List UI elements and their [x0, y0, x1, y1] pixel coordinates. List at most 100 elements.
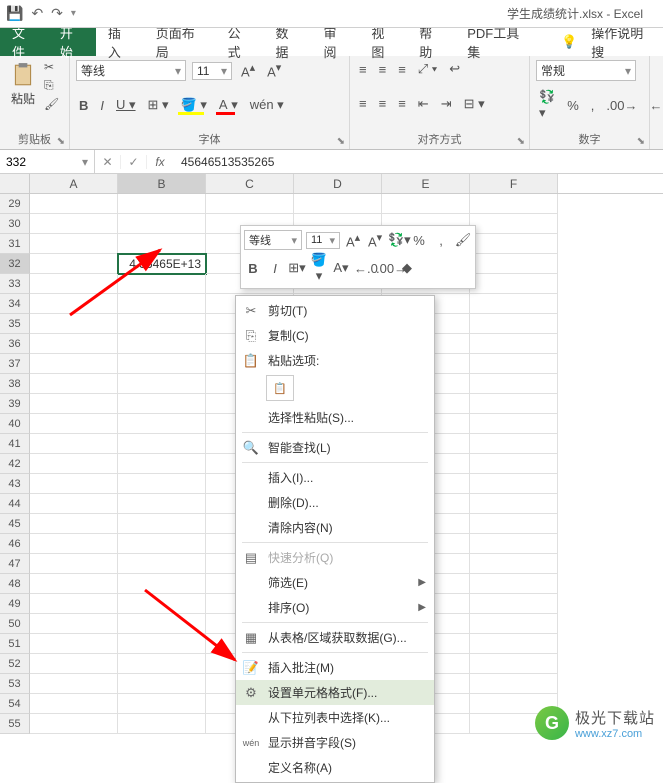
mini-bold-icon[interactable]: B	[244, 261, 262, 276]
cell[interactable]	[118, 674, 206, 694]
col-header[interactable]: F	[470, 174, 558, 193]
ctx-clear[interactable]: 清除内容(N)	[236, 515, 434, 540]
cancel-formula-icon[interactable]: ✕	[95, 155, 121, 169]
tab-pdf[interactable]: PDF工具集	[455, 28, 539, 56]
cell[interactable]	[470, 254, 558, 274]
font-name-combo[interactable]: 等线▾	[76, 60, 186, 81]
mini-borders-icon[interactable]: ⊞▾	[288, 260, 306, 276]
select-all-corner[interactable]	[0, 174, 30, 193]
cell[interactable]	[30, 594, 118, 614]
fx-icon[interactable]: fx	[147, 155, 173, 169]
cell[interactable]	[30, 654, 118, 674]
tab-tellme[interactable]: 操作说明搜	[589, 28, 663, 56]
row-header[interactable]: 54	[0, 694, 30, 714]
cell[interactable]	[470, 494, 558, 514]
tab-layout[interactable]: 页面布局	[144, 28, 216, 56]
col-header[interactable]: D	[294, 174, 382, 193]
cell[interactable]	[30, 554, 118, 574]
row-header[interactable]: 29	[0, 194, 30, 214]
cell[interactable]	[470, 454, 558, 474]
cell[interactable]	[470, 314, 558, 334]
decrease-decimal-icon[interactable]: ←.0	[646, 97, 663, 114]
font-launcher-icon[interactable]: ⬊	[337, 136, 345, 147]
cell[interactable]	[118, 594, 206, 614]
tab-view[interactable]: 视图	[359, 28, 407, 56]
mini-size-combo[interactable]: 11▾	[306, 232, 340, 249]
cell[interactable]	[30, 434, 118, 454]
cell[interactable]	[470, 534, 558, 554]
cell[interactable]	[118, 214, 206, 234]
font-size-combo[interactable]: 11▾	[192, 62, 232, 80]
row-header[interactable]: 33	[0, 274, 30, 294]
ctx-insert[interactable]: 插入(I)...	[236, 465, 434, 490]
ctx-from-table[interactable]: ▦从表格/区域获取数据(G)...	[236, 625, 434, 650]
mini-italic-icon[interactable]: I	[266, 261, 284, 276]
accounting-format-icon[interactable]: 💱 ▾	[536, 88, 558, 122]
ctx-copy[interactable]: ⎘复制(C)	[236, 323, 434, 348]
cell[interactable]	[118, 434, 206, 454]
cell[interactable]	[470, 434, 558, 454]
cell[interactable]	[470, 674, 558, 694]
mini-increase-decimal-icon[interactable]: .00→	[376, 261, 394, 276]
cell[interactable]	[470, 614, 558, 634]
tab-insert[interactable]: 插入	[96, 28, 144, 56]
col-header[interactable]: C	[206, 174, 294, 193]
cell[interactable]	[470, 214, 558, 234]
cell[interactable]	[118, 654, 206, 674]
ctx-delete[interactable]: 删除(D)...	[236, 490, 434, 515]
ctx-cut[interactable]: ✂剪切(T)	[236, 298, 434, 323]
mini-decrease-decimal-icon[interactable]: ←.0	[354, 261, 372, 276]
cell[interactable]	[118, 294, 206, 314]
col-header[interactable]: B	[118, 174, 206, 193]
mini-font-combo[interactable]: 等线▾	[244, 230, 302, 250]
cell[interactable]	[30, 454, 118, 474]
decrease-indent-icon[interactable]: ⇤	[415, 95, 432, 113]
cell[interactable]	[470, 654, 558, 674]
mini-format-painter-icon[interactable]: 🖌	[454, 232, 472, 248]
cell[interactable]	[30, 574, 118, 594]
row-header[interactable]: 53	[0, 674, 30, 694]
cell[interactable]	[206, 194, 294, 214]
tab-home[interactable]: 开始	[48, 28, 96, 56]
align-bottom-icon[interactable]: ≡	[395, 61, 409, 78]
mini-font-color-icon[interactable]: A▾	[332, 260, 350, 276]
cell[interactable]	[382, 194, 470, 214]
cut-icon[interactable]: ✂	[44, 60, 59, 74]
mini-comma-icon[interactable]: ,	[432, 233, 450, 248]
ctx-filter[interactable]: 筛选(E)▶	[236, 570, 434, 595]
row-header[interactable]: 44	[0, 494, 30, 514]
row-header[interactable]: 48	[0, 574, 30, 594]
row-header[interactable]: 50	[0, 614, 30, 634]
cell[interactable]	[118, 474, 206, 494]
decrease-font-icon[interactable]: A▾	[264, 60, 284, 80]
merge-cells-icon[interactable]: ⊟ ▾	[461, 95, 488, 113]
align-center-icon[interactable]: ≡	[376, 95, 390, 112]
cell[interactable]	[470, 194, 558, 214]
cell[interactable]	[30, 214, 118, 234]
redo-icon[interactable]: ↷	[51, 5, 63, 22]
ctx-pick-from-list[interactable]: 从下拉列表中选择(K)...	[236, 705, 434, 730]
align-left-icon[interactable]: ≡	[356, 95, 370, 112]
cell[interactable]	[470, 574, 558, 594]
row-header[interactable]: 35	[0, 314, 30, 334]
cell[interactable]	[118, 714, 206, 734]
cell[interactable]	[30, 194, 118, 214]
tab-help[interactable]: 帮助	[407, 28, 455, 56]
cell[interactable]	[30, 314, 118, 334]
row-header[interactable]: 37	[0, 354, 30, 374]
cell[interactable]	[118, 534, 206, 554]
row-header[interactable]: 40	[0, 414, 30, 434]
cell[interactable]	[118, 374, 206, 394]
row-header[interactable]: 30	[0, 214, 30, 234]
cell[interactable]	[118, 234, 206, 254]
fill-color-button[interactable]: 🪣 ▾	[178, 96, 210, 114]
mini-increase-font-icon[interactable]: A▴	[344, 231, 362, 249]
cell[interactable]	[470, 354, 558, 374]
cell[interactable]	[118, 274, 206, 294]
name-box[interactable]: 332▾	[0, 150, 95, 173]
cell[interactable]	[30, 234, 118, 254]
tab-file[interactable]: 文件	[0, 28, 48, 56]
cell[interactable]	[470, 514, 558, 534]
increase-decimal-icon[interactable]: .00→	[603, 97, 640, 114]
align-right-icon[interactable]: ≡	[395, 95, 409, 112]
